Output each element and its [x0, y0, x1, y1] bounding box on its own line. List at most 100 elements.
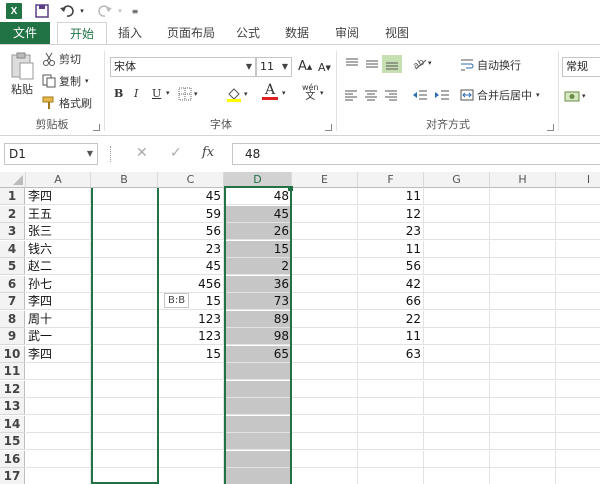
row-header[interactable]: 17: [0, 468, 25, 484]
cell-c4[interactable]: 23: [158, 240, 224, 258]
cell-f4[interactable]: 11: [358, 240, 424, 258]
cell-a2[interactable]: 王五: [26, 205, 91, 223]
cell-c1[interactable]: 45: [158, 188, 224, 205]
cell-d11[interactable]: [224, 363, 292, 380]
cell-f14[interactable]: [358, 415, 424, 433]
cell-h11[interactable]: [490, 363, 556, 380]
align-right-button[interactable]: [384, 89, 398, 101]
column-header-i[interactable]: I: [556, 172, 600, 188]
cell-i14[interactable]: [556, 416, 600, 433]
align-center-button[interactable]: [364, 89, 378, 101]
cell-a12[interactable]: [26, 380, 91, 398]
cell-d10[interactable]: 65: [224, 345, 292, 363]
cell-g7[interactable]: [424, 293, 490, 310]
cell-h10[interactable]: [490, 345, 556, 363]
cell-e6[interactable]: [292, 275, 358, 293]
phonetic-dropdown-icon[interactable]: ▾: [320, 89, 324, 97]
cut-button[interactable]: 剪切: [42, 51, 81, 67]
row-header[interactable]: 1: [0, 188, 25, 205]
cell-d6[interactable]: 36: [224, 275, 292, 293]
row-header[interactable]: 2: [0, 205, 25, 223]
cell-e14[interactable]: [292, 415, 358, 433]
row-header[interactable]: 16: [0, 450, 25, 468]
cell-i5[interactable]: [556, 258, 600, 275]
cell-a1[interactable]: 李四: [26, 188, 91, 205]
tab-page-layout[interactable]: 页面布局: [160, 22, 222, 44]
cell-i12[interactable]: [556, 381, 600, 398]
font-color-dropdown-icon[interactable]: ▾: [282, 89, 286, 97]
cell-g12[interactable]: [424, 380, 490, 398]
cell-g10[interactable]: [424, 345, 490, 363]
row-header[interactable]: 10: [0, 345, 25, 363]
cell-h4[interactable]: [490, 240, 556, 258]
cell-e4[interactable]: [292, 240, 358, 258]
cell-g15[interactable]: [424, 433, 490, 450]
cell-f9[interactable]: 11: [358, 328, 424, 345]
cell-a14[interactable]: [26, 415, 91, 433]
formula-bar-splitter[interactable]: [110, 146, 113, 162]
borders-button[interactable]: ▾: [178, 87, 198, 101]
font-name-select[interactable]: 宋体 ▼: [110, 57, 256, 77]
cell-h5[interactable]: [490, 258, 556, 275]
cell-f6[interactable]: 42: [358, 275, 424, 293]
cell-d8[interactable]: 89: [224, 310, 292, 328]
cell-b14[interactable]: [91, 415, 158, 433]
merge-dropdown-icon[interactable]: ▾: [536, 91, 540, 99]
cell-d4[interactable]: 15: [224, 240, 292, 258]
save-icon[interactable]: [34, 2, 50, 20]
cell-g17[interactable]: [424, 468, 490, 484]
redo-icon[interactable]: [96, 2, 114, 20]
increase-indent-button[interactable]: [434, 89, 450, 101]
cell-c6[interactable]: 456: [158, 275, 224, 293]
cancel-icon[interactable]: ✕: [136, 145, 148, 161]
formula-input[interactable]: 48: [232, 143, 600, 165]
cell-f15[interactable]: [358, 433, 424, 450]
cell-d14[interactable]: [224, 415, 292, 433]
tab-home[interactable]: 开始: [57, 22, 107, 45]
cell-c2[interactable]: 59: [158, 205, 224, 223]
cell-b11[interactable]: [91, 363, 158, 380]
cell-d3[interactable]: 26: [224, 223, 292, 240]
row-header[interactable]: 6: [0, 275, 25, 293]
fill-color-button[interactable]: ▾: [226, 86, 248, 102]
cell-e11[interactable]: [292, 363, 358, 380]
undo-dropdown-icon[interactable]: ▾: [78, 2, 86, 20]
cell-h1[interactable]: [490, 188, 556, 205]
tab-insert[interactable]: 插入: [110, 22, 150, 44]
cell-c5[interactable]: 45: [158, 258, 224, 275]
cell-d9[interactable]: 98: [224, 328, 292, 345]
column-header-h[interactable]: H: [490, 172, 556, 188]
font-color-button[interactable]: A: [262, 83, 278, 100]
name-box[interactable]: D1 ▼: [4, 143, 98, 165]
row-header[interactable]: 15: [0, 433, 25, 450]
cell-i8[interactable]: [556, 311, 600, 328]
decrease-indent-button[interactable]: [412, 89, 428, 101]
cell-d5[interactable]: 2: [224, 258, 292, 275]
cell-a10[interactable]: 李四: [26, 345, 91, 363]
cell-f5[interactable]: 56: [358, 258, 424, 275]
cell-f10[interactable]: 63: [358, 345, 424, 363]
cell-h2[interactable]: [490, 205, 556, 223]
number-format-select[interactable]: 常规: [562, 57, 600, 77]
cell-g1[interactable]: [424, 188, 490, 205]
fill-handle[interactable]: [288, 186, 293, 191]
cell-e12[interactable]: [292, 380, 358, 398]
cell-b4[interactable]: [91, 240, 158, 258]
customize-qat-icon[interactable]: ≡: [130, 2, 140, 20]
row-header[interactable]: 14: [0, 415, 25, 433]
cell-f8[interactable]: 22: [358, 310, 424, 328]
decrease-font-button[interactable]: A ▼: [318, 61, 331, 74]
cell-b13[interactable]: [91, 398, 158, 415]
cell-b9[interactable]: [91, 328, 158, 345]
cell-c8[interactable]: 123: [158, 310, 224, 328]
cell-h14[interactable]: [490, 415, 556, 433]
column-header-d[interactable]: D: [224, 172, 292, 188]
cell-g8[interactable]: [424, 310, 490, 328]
increase-font-button[interactable]: A ▲: [298, 59, 312, 74]
cell-a9[interactable]: 武一: [26, 328, 91, 345]
cell-f12[interactable]: [358, 380, 424, 398]
cell-a8[interactable]: 周十: [26, 310, 91, 328]
font-size-select[interactable]: 11 ▼: [256, 57, 292, 77]
cell-i16[interactable]: [556, 451, 600, 468]
cell-i6[interactable]: [556, 276, 600, 293]
